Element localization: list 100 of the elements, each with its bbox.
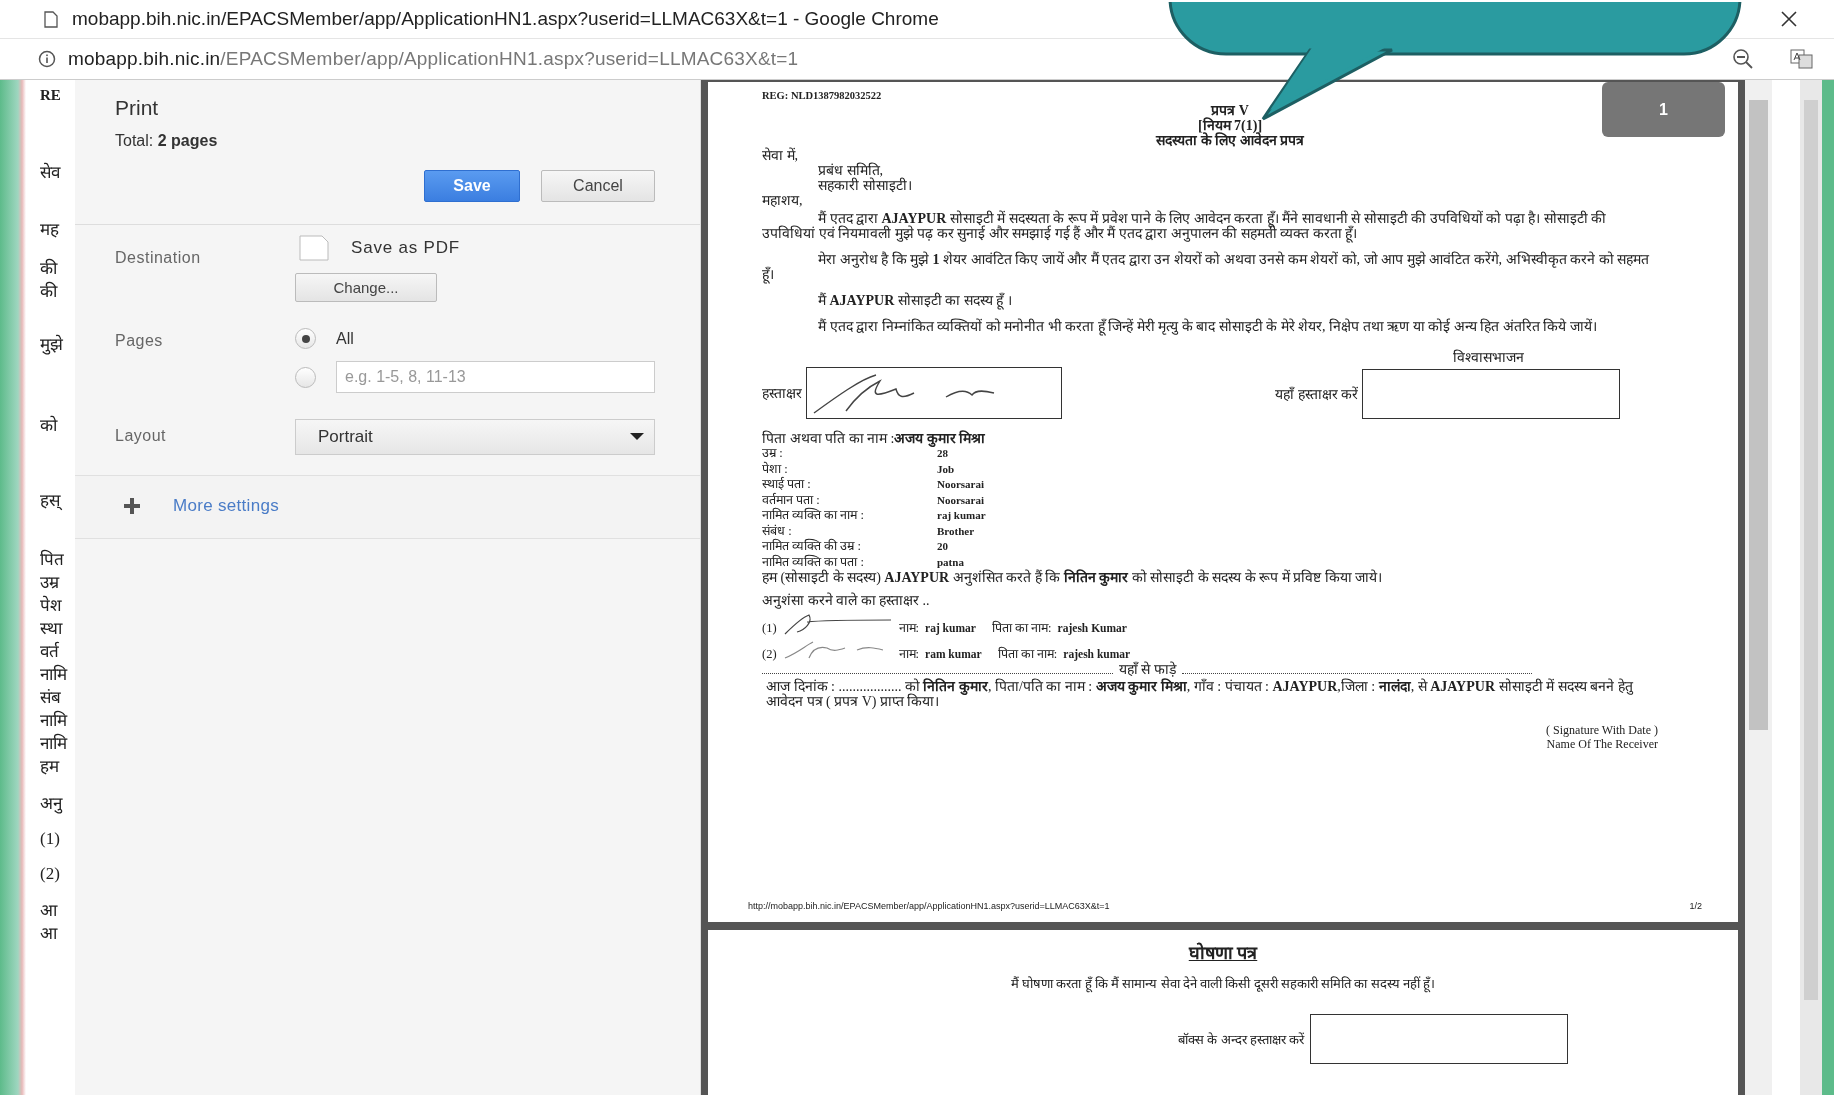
cancel-button[interactable]: Cancel [541,170,655,202]
page-text-fragment: की [40,282,59,301]
page-text-fragment: अनु [40,794,64,813]
pages-label: Pages [115,331,164,351]
declaration-title: घोषणा पत्र [1188,941,1258,964]
page-text-fragment: स्था [40,619,64,638]
field-value: अजय कुमार मिश्रा [894,431,986,446]
field-value: rajesh Kumar [1057,621,1127,636]
page-range-field[interactable]: e.g. 1-5, 8, 11-13 [336,361,655,393]
page-text-fragment: पित [40,550,65,569]
close-icon[interactable] [1780,10,1798,28]
signature-label: हस्ताक्षर [762,385,802,401]
field-value: 20 [937,539,949,554]
window-title: mobapp.bih.nic.in/EPACSMember/app/ApplicationHN1.aspx?userid=LLMAC63X&t=1 - Google Chrome [72,8,939,30]
paragraph: मैं एतद द्वारा निम्नांकित व्यक्तियों को मनोनीत भी करता हूँ जिन्हें मेरी मृत्यु के बाद सोसाइटी के मेरे शेयर, निक्षेप तथा ऋण या कोई अन्य हित अंतरित किये जायें। [817,319,1598,334]
field-value: ram kumar [925,647,982,662]
zoom-out-icon[interactable] [1732,48,1754,70]
page-text-fragment: हस् [40,491,63,510]
page-total: Total: 2 pages [115,132,219,150]
page-text-fragment: सेव [40,163,62,182]
address-line: प्रबंध समिति, [817,163,883,178]
page-text-fragment: आ [40,901,59,920]
page-text-fragment: को [40,416,59,435]
layout-select[interactable]: Portrait [295,419,655,455]
field-label: पिता का नाम: [997,647,1058,662]
page-text-fragment: नामि [40,665,69,684]
field-value: rajesh kumar [1063,647,1131,661]
field-value: Noorsarai [937,477,986,492]
page-text-fragment: आ [40,924,59,943]
change-button[interactable]: Change... [295,273,437,302]
sign-here-label: यहाँ हस्ताक्षर करें [1275,386,1358,402]
paragraph: मेरा अनुरोध है कि मुझे 1 शेयर आवंटित किए जायें और मैं एतद द्वारा उन शेयरों को अथवा उनसे कम शेयरों को, जो आप मुझे आवंटित करेंगे, अभिस्वीकृत करने को सहमत हूँ। [762,252,1650,282]
field-value: Brother [937,523,976,539]
page-text-fragment: वर्त [40,642,60,661]
receiver-signature-caption: ( Signature With Date ) [1546,723,1658,737]
radio-button[interactable] [295,366,316,388]
page-number: 1/2 [1689,900,1702,913]
field-label: नामित व्यक्ति की उम्र : [762,539,862,554]
address-line: महाशय, [762,193,804,208]
caret-icon [630,433,644,441]
recommenders-heading: अनुशंसा करने वाले का हस्ताक्षर .. [762,593,931,608]
field-label: नाम: [898,647,920,662]
page-text-fragment: पेश [40,596,63,615]
file-icon [299,235,329,261]
sign-in-box-label: बॉक्स के अन्दर हस्ताक्षर करें [1178,1031,1304,1048]
paragraph: मैं एतद द्वारा AJAYPUR सोसाइटी में सदस्यता के रूप में प्रवेश पाने के लिए आवेदन करता हूँ। मैंने सावधानी से सोसाइटी की उपविधियों को पढ़ा है। सोसाइटी की उपविधियां एवं नियमावली मुझे पढ़ कर सुनाई और समझाई गई हैं और मैं एतद द्वारा अनुपालन की सहमती व्यक्त करता हूँ। [762,211,1608,241]
page-text-fragment: की [40,259,59,278]
receiver-signature-caption: Name Of The Receiver [1546,737,1658,751]
destination-value: Save as PDF [351,238,460,258]
field-value: raj kumar [925,621,976,636]
list-number: (1) [762,621,777,636]
info-icon[interactable] [38,50,56,68]
page-text-fragment: मह [40,220,61,239]
field-label: स्थाई पता : [762,477,812,493]
plus-icon[interactable] [123,497,141,515]
radio-button[interactable] [295,328,316,349]
dialog-title: Print [115,96,160,120]
receiver-caption: विश्वासभाजन [1453,350,1524,365]
form-heading: [नियम 7(1)] [1196,118,1263,133]
page-text-fragment: मुझे [40,335,64,354]
address-line: सहकारी सोसाइटी। [817,178,913,193]
destination-label: Destination [115,248,202,268]
recommendation-text: हम (सोसाइटी के सदस्य) AJAYPUR अनुशंसित करते हैं कि नितिन कुमार को सोसाइटी के सदस्य के रूप में प्रविष्ट किया जाये। [762,570,1384,585]
field-value: Noorsarai [937,492,986,508]
field-label: उम्र : [762,446,784,461]
more-settings-link[interactable]: More settings [173,496,279,516]
translate-icon[interactable] [1790,48,1814,70]
field-label: संबंध : [762,523,793,538]
field-value: patna [937,554,965,569]
layout-label: Layout [115,426,168,446]
list-number: (2) [762,647,777,662]
page-text-fragment: उम्र [40,573,61,592]
scrollbar[interactable] [1745,80,1772,1095]
page-text-fragment: नामि [40,711,69,730]
page-text-fragment: (2) [40,864,61,883]
form-heading: प्रपत्र V [1210,103,1250,118]
field-label: नाम: [898,621,920,636]
field-label: पिता का नाम: [991,621,1052,636]
page-number-badge: 1 [1602,82,1725,137]
field-label: नामित व्यक्ति का नाम : [762,508,865,524]
page-icon [44,10,58,28]
page-text-fragment: हम [40,757,61,776]
form-heading: सदस्यता के लिए आवेदन प्रपत्र [1154,133,1306,148]
field-value: raj kumar [937,508,986,523]
page-text-fragment: नामि [40,734,69,753]
declaration-text: मैं घोषणा करता हूँ कि मैं सामान्य सेवा देने वाली किसी दूसरी सहकारी समिति का सदस्य नहीं हूँ। [1010,975,1436,992]
registration-number: REG: NLD1387982032522 [762,89,883,103]
field-value: Job [937,461,956,477]
radio-label: All [336,329,354,348]
page-url: http://mobapp.bih.nic.in/EPACSMember/app/ApplicationHN1.aspx?userid=LLMAC63X&t=1 [748,900,1110,913]
field-label: पेशा : [762,461,789,477]
receipt-text: आज दिनांक : .................. को नितिन कुमार, पिता/पति का नाम : अजय कुमार मिश्रा, गाँव : पंचायत : AJAYPUR,जिला : नालंदा, से AJAYPUR सोसाइटी में सदस्य बनने हेतु आवेदन पत्र ( प्रपत्र V) प्राप्त किया। [765,679,1634,709]
field-label: वर्तमान पता : [762,492,821,507]
field-value: 28 [937,447,949,461]
address-line: सेवा में, [762,148,799,163]
tear-here-label: यहाँ से फाड़े [1118,662,1176,677]
paragraph: मैं AJAYPUR सोसाइटी का सदस्य हूँ । [817,293,1013,308]
field-label: पिता अथवा पति का नाम : [762,431,895,446]
url-text[interactable]: mobapp.bih.nic.in/EPACSMember/app/ApplicationHN1.aspx?userid=LLMAC63X&t=1 [68,48,799,70]
page-text-fragment: RE [40,86,62,105]
